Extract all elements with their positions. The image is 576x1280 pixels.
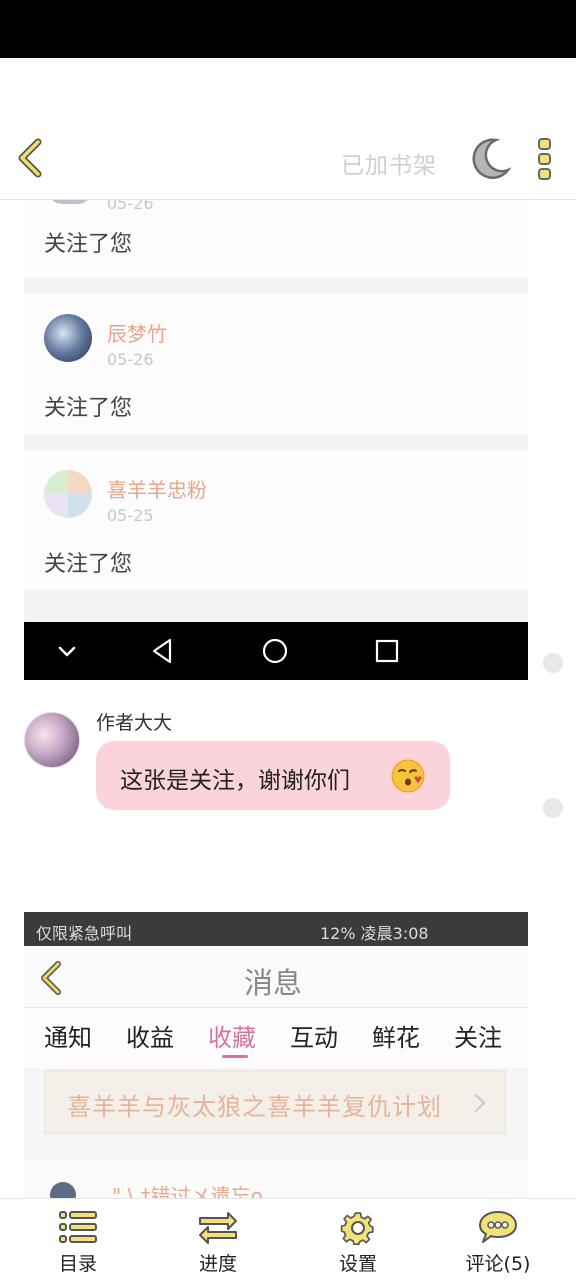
tab-flowers: 鲜花 bbox=[372, 1024, 420, 1052]
swap-arrows-icon bbox=[199, 1212, 237, 1244]
nav-back-icon bbox=[152, 638, 172, 664]
back-arrow-icon bbox=[41, 961, 61, 995]
list-item: 辰梦竹 05-26 关注了您 bbox=[24, 294, 528, 434]
list-item: 喜羊羊忠粉 05-25 关注了您 bbox=[24, 450, 528, 590]
chevron-down-icon bbox=[58, 646, 76, 657]
back-arrow-icon bbox=[18, 138, 42, 178]
progress-label: 进度 bbox=[198, 1253, 237, 1275]
status-time-battery: 12% 凌晨3:08 bbox=[320, 924, 429, 943]
follow-date: 05-26 bbox=[107, 200, 154, 213]
reader-bottom-toolbar: 目录 进度 设置 评论(5) bbox=[0, 1198, 576, 1280]
message-tabs: 通知 收益 收藏 互动 鲜花 关注 bbox=[24, 1008, 528, 1068]
follower-name: " \ ‡错过メ遗忘o bbox=[112, 1184, 263, 1200]
follow-message: 关注了您 bbox=[44, 232, 133, 257]
avatar bbox=[44, 470, 92, 518]
book-title: 喜羊羊与灰太狼之喜羊羊复仇计划 bbox=[67, 1093, 442, 1121]
kiss-emoji-icon bbox=[391, 759, 425, 793]
book-banner: 喜羊羊与灰太狼之喜羊羊复仇计划 bbox=[44, 1070, 506, 1134]
follow-date: 05-25 bbox=[107, 506, 154, 525]
settings-label: 设置 bbox=[338, 1253, 377, 1275]
more-vertical-icon bbox=[538, 138, 551, 180]
follow-date: 05-26 bbox=[107, 350, 154, 369]
avatar bbox=[44, 314, 92, 362]
phone-status-bar: 仅限紧急呼叫 12% 凌晨3:08 bbox=[24, 912, 528, 946]
follow-message: 关注了您 bbox=[44, 552, 133, 577]
follow-notifications-screenshot: 05-26 关注了您 辰梦竹 05-26 关注了您 喜羊羊忠粉 05-25 关注… bbox=[24, 200, 528, 680]
list-icon bbox=[59, 1211, 97, 1243]
reader-page: 已加书架 05-26 关注了您 辰梦竹 05-26 关注了您 喜羊羊忠粉 05-… bbox=[0, 0, 576, 1280]
system-status-bar bbox=[0, 0, 576, 58]
more-options-button[interactable] bbox=[530, 136, 560, 182]
scroll-indicator-dot bbox=[543, 653, 563, 673]
toc-label: 目录 bbox=[58, 1253, 97, 1275]
status-text: 仅限紧急呼叫 bbox=[36, 924, 133, 943]
reader-top-bar: 已加书架 bbox=[0, 118, 576, 200]
moon-icon bbox=[472, 138, 512, 179]
gear-icon bbox=[340, 1212, 374, 1245]
night-mode-button[interactable] bbox=[466, 136, 512, 182]
nav-recents-icon bbox=[375, 639, 399, 663]
toc-button[interactable]: 目录 bbox=[18, 1199, 138, 1280]
follower-name: 辰梦竹 bbox=[107, 322, 167, 346]
follow-message: 关注了您 bbox=[44, 396, 133, 421]
tab-favorites: 收藏 bbox=[208, 1024, 256, 1052]
chat-bubble: 这张是关注，谢谢你们 bbox=[96, 741, 450, 810]
comment-bubble-icon bbox=[479, 1211, 517, 1243]
scroll-indicator-dot bbox=[543, 798, 563, 818]
nav-home-icon bbox=[262, 638, 288, 664]
android-nav-bar bbox=[24, 622, 528, 680]
settings-button[interactable]: 设置 bbox=[298, 1199, 418, 1280]
active-tab-indicator bbox=[222, 1055, 248, 1058]
tab-earnings: 收益 bbox=[126, 1024, 174, 1052]
back-button[interactable] bbox=[10, 136, 54, 180]
list-item: 05-26 关注了您 bbox=[24, 200, 528, 278]
messages-header: 消息 bbox=[24, 946, 528, 1008]
tab-interaction: 互动 bbox=[290, 1024, 338, 1052]
list-item: " \ ‡错过メ遗忘o bbox=[24, 1160, 528, 1200]
follower-name: 喜羊羊忠粉 bbox=[107, 478, 207, 502]
chevron-right-icon bbox=[475, 1094, 486, 1112]
messages-screenshot: 仅限紧急呼叫 12% 凌晨3:08 消息 通知 收益 收藏 互动 鲜花 关注 喜… bbox=[24, 912, 528, 1200]
progress-button[interactable]: 进度 bbox=[158, 1199, 278, 1280]
comments-label: 评论(5) bbox=[465, 1253, 531, 1275]
avatar bbox=[48, 200, 92, 204]
comments-button[interactable]: 评论(5) bbox=[438, 1199, 558, 1280]
chat-message: 这张是关注，谢谢你们 bbox=[120, 768, 350, 794]
tab-notice: 通知 bbox=[44, 1024, 92, 1052]
author-avatar[interactable] bbox=[24, 712, 80, 768]
author-name: 作者大大 bbox=[96, 712, 173, 734]
page-title: 消息 bbox=[244, 966, 303, 1000]
added-to-shelf-label: 已加书架 bbox=[341, 153, 437, 179]
tab-follow: 关注 bbox=[454, 1024, 502, 1052]
